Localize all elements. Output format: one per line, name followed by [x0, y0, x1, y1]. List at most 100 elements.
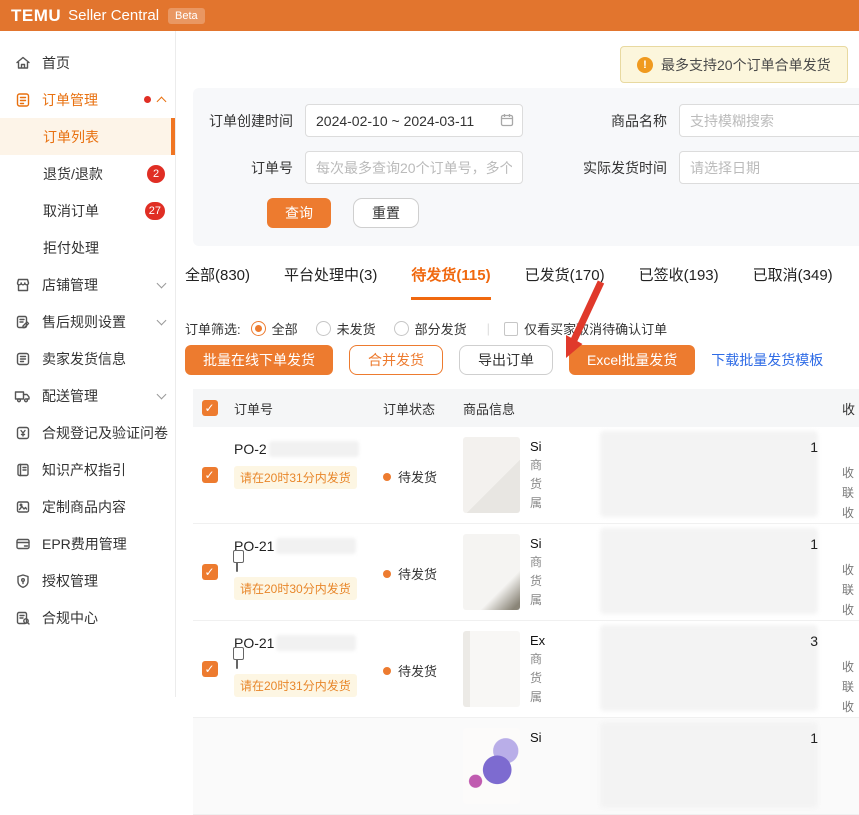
col-product: 商品信息 [463, 399, 515, 418]
sidebar-item-seller-shipping-info[interactable]: 卖家发货信息 [0, 340, 175, 377]
shop-icon [14, 276, 31, 293]
col-status: 订单状态 [383, 399, 435, 418]
search-button[interactable]: 查询 [267, 198, 331, 228]
sidebar-item-delivery-management[interactable]: 配送管理 [0, 377, 175, 414]
order-status: 待发货 [383, 467, 449, 486]
sidebar-item-custom-product[interactable]: 定制商品内容 [0, 488, 175, 525]
table-row: ✓ PO-21 请在20时31分内发货 待发货 Ex 商 货 属 3 收 [193, 621, 859, 718]
sidebar: 首页 订单管理 订单列表 退货/退款 2 取消订单 27 拒付处理 店铺管理 售… [0, 31, 176, 697]
status-dot-icon [383, 667, 391, 675]
aftersale-rules-icon [14, 313, 31, 330]
toast-text: 最多支持20个订单合单发货 [661, 55, 831, 75]
col-recipient: 收 [842, 399, 855, 418]
row-checkbox[interactable]: ✓ [202, 564, 218, 580]
order-filter-label: 订单筛选: [185, 319, 241, 338]
sidebar-item-shop-management[interactable]: 店铺管理 [0, 266, 175, 303]
tab-all[interactable]: 全部(830) [185, 264, 250, 300]
radio-icon [316, 321, 331, 336]
sidebar-item-compliance-center[interactable]: 合规中心 [0, 599, 175, 636]
divider: | [487, 321, 490, 336]
sidebar-item-returns-refunds[interactable]: 退货/退款 2 [0, 155, 175, 192]
order-no-label: 订单号 [193, 158, 305, 178]
export-orders-button[interactable]: 导出订单 [459, 345, 553, 375]
download-template-link[interactable]: 下载批量发货模板 [711, 350, 823, 370]
order-management-icon [14, 91, 31, 108]
sidebar-item-cancelled-orders[interactable]: 取消订单 27 [0, 192, 175, 229]
merge-limit-toast: ! 最多支持20个订单合单发货 [620, 46, 848, 83]
radio-not-shipped[interactable]: 未发货 [316, 319, 376, 338]
order-no-input[interactable] [305, 151, 523, 184]
radio-all[interactable]: 全部 [251, 319, 298, 338]
sidebar-item-order-management[interactable]: 订单管理 [0, 81, 175, 118]
tab-shipped[interactable]: 已发货(170) [525, 264, 605, 300]
sidebar-item-aftersale-rules[interactable]: 售后规则设置 [0, 303, 175, 340]
copy-icon[interactable] [236, 650, 238, 669]
copy-icon[interactable] [236, 553, 238, 572]
tab-cancelled[interactable]: 已取消(349) [753, 264, 833, 300]
table-header: ✓ 订单号 订单状态 商品信息 收 [193, 389, 859, 427]
status-tabs: 全部(830) 平台处理中(3) 待发货(115) 已发货(170) 已签收(1… [185, 264, 833, 300]
quantity: 1 [810, 730, 818, 746]
chevron-down-icon [157, 389, 167, 399]
authorization-icon [14, 572, 31, 589]
row-checkbox[interactable]: ✓ [202, 467, 218, 483]
redacted-area [600, 528, 818, 614]
calendar-icon[interactable] [500, 113, 514, 132]
main-content: ! 最多支持20个订单合单发货 订单创建时间 商品名称 订单号 实际发货时间 查… [177, 31, 859, 697]
row-checkbox[interactable]: ✓ [202, 661, 218, 677]
radio-partial-shipped[interactable]: 部分发货 [394, 319, 467, 338]
shipping-info-icon [14, 350, 31, 367]
epr-fee-icon [14, 535, 31, 552]
product-image [463, 437, 520, 513]
select-all-checkbox[interactable]: ✓ [202, 400, 218, 416]
action-buttons: 批量在线下单发货 合并发货 导出订单 Excel批量发货 下载批量发货模板 [185, 345, 823, 375]
beta-badge: Beta [168, 8, 205, 24]
tab-pending-shipment[interactable]: 待发货(115) [411, 264, 490, 300]
created-time-label: 订单创建时间 [193, 111, 305, 131]
count-badge: 2 [147, 165, 165, 183]
reset-button[interactable]: 重置 [353, 198, 419, 228]
compliance-center-icon [14, 609, 31, 626]
quantity: 1 [810, 536, 818, 552]
product-name-input[interactable] [679, 104, 859, 137]
sidebar-item-label: 合规登记及验证问卷 [42, 423, 168, 443]
sidebar-item-ip-guide[interactable]: 知识产权指引 [0, 451, 175, 488]
order-filter-row: 订单筛选: 全部 未发货 部分发货 | 仅看买家取消待确认订单 [185, 319, 667, 338]
quantity: 3 [810, 633, 818, 649]
sidebar-item-label: 配送管理 [42, 386, 98, 406]
home-icon [14, 54, 31, 71]
notification-dot [144, 96, 151, 103]
sidebar-item-compliance-registration[interactable]: 合规登记及验证问卷 [0, 414, 175, 451]
sidebar-item-label: 拒付处理 [43, 238, 99, 258]
ship-time-label: 实际发货时间 [571, 158, 679, 178]
batch-online-ship-button[interactable]: 批量在线下单发货 [185, 345, 333, 375]
chevron-up-icon [157, 97, 167, 107]
created-time-input[interactable] [305, 104, 523, 137]
radio-icon [394, 321, 409, 336]
sidebar-item-label: 定制商品内容 [42, 497, 126, 517]
sidebar-item-epr-fee[interactable]: EPR费用管理 [0, 525, 175, 562]
ship-time-input[interactable] [679, 151, 859, 184]
merge-ship-button[interactable]: 合并发货 [349, 345, 443, 375]
table-row: ✓ PO-21 请在20时30分内发货 待发货 Si 商 货 属 1 收 [193, 524, 859, 621]
compliance-registration-icon [14, 424, 31, 441]
app-title: Seller Central [68, 7, 159, 24]
ship-deadline-tag: 请在20时31分内发货 [234, 466, 357, 489]
sidebar-item-home[interactable]: 首页 [0, 44, 175, 81]
chevron-down-icon [157, 278, 167, 288]
buyer-cancel-checkbox[interactable]: 仅看买家取消待确认订单 [504, 319, 667, 338]
order-status: 待发货 [383, 661, 449, 680]
order-number: PO-2 [234, 441, 267, 457]
count-badge: 27 [145, 202, 165, 220]
sidebar-item-authorization[interactable]: 授权管理 [0, 562, 175, 599]
sidebar-item-order-list[interactable]: 订单列表 [0, 118, 175, 155]
sidebar-item-label: 订单列表 [43, 127, 99, 147]
sidebar-item-chargeback[interactable]: 拒付处理 [0, 229, 175, 266]
tab-signed[interactable]: 已签收(193) [639, 264, 719, 300]
excel-batch-ship-button[interactable]: Excel批量发货 [569, 345, 695, 375]
chevron-down-icon [157, 315, 167, 325]
sidebar-item-label: 合规中心 [42, 608, 98, 628]
product-name-label: 商品名称 [571, 111, 679, 131]
tab-platform-processing[interactable]: 平台处理中(3) [284, 264, 377, 300]
ship-deadline-tag: 请在20时31分内发货 [234, 674, 357, 697]
